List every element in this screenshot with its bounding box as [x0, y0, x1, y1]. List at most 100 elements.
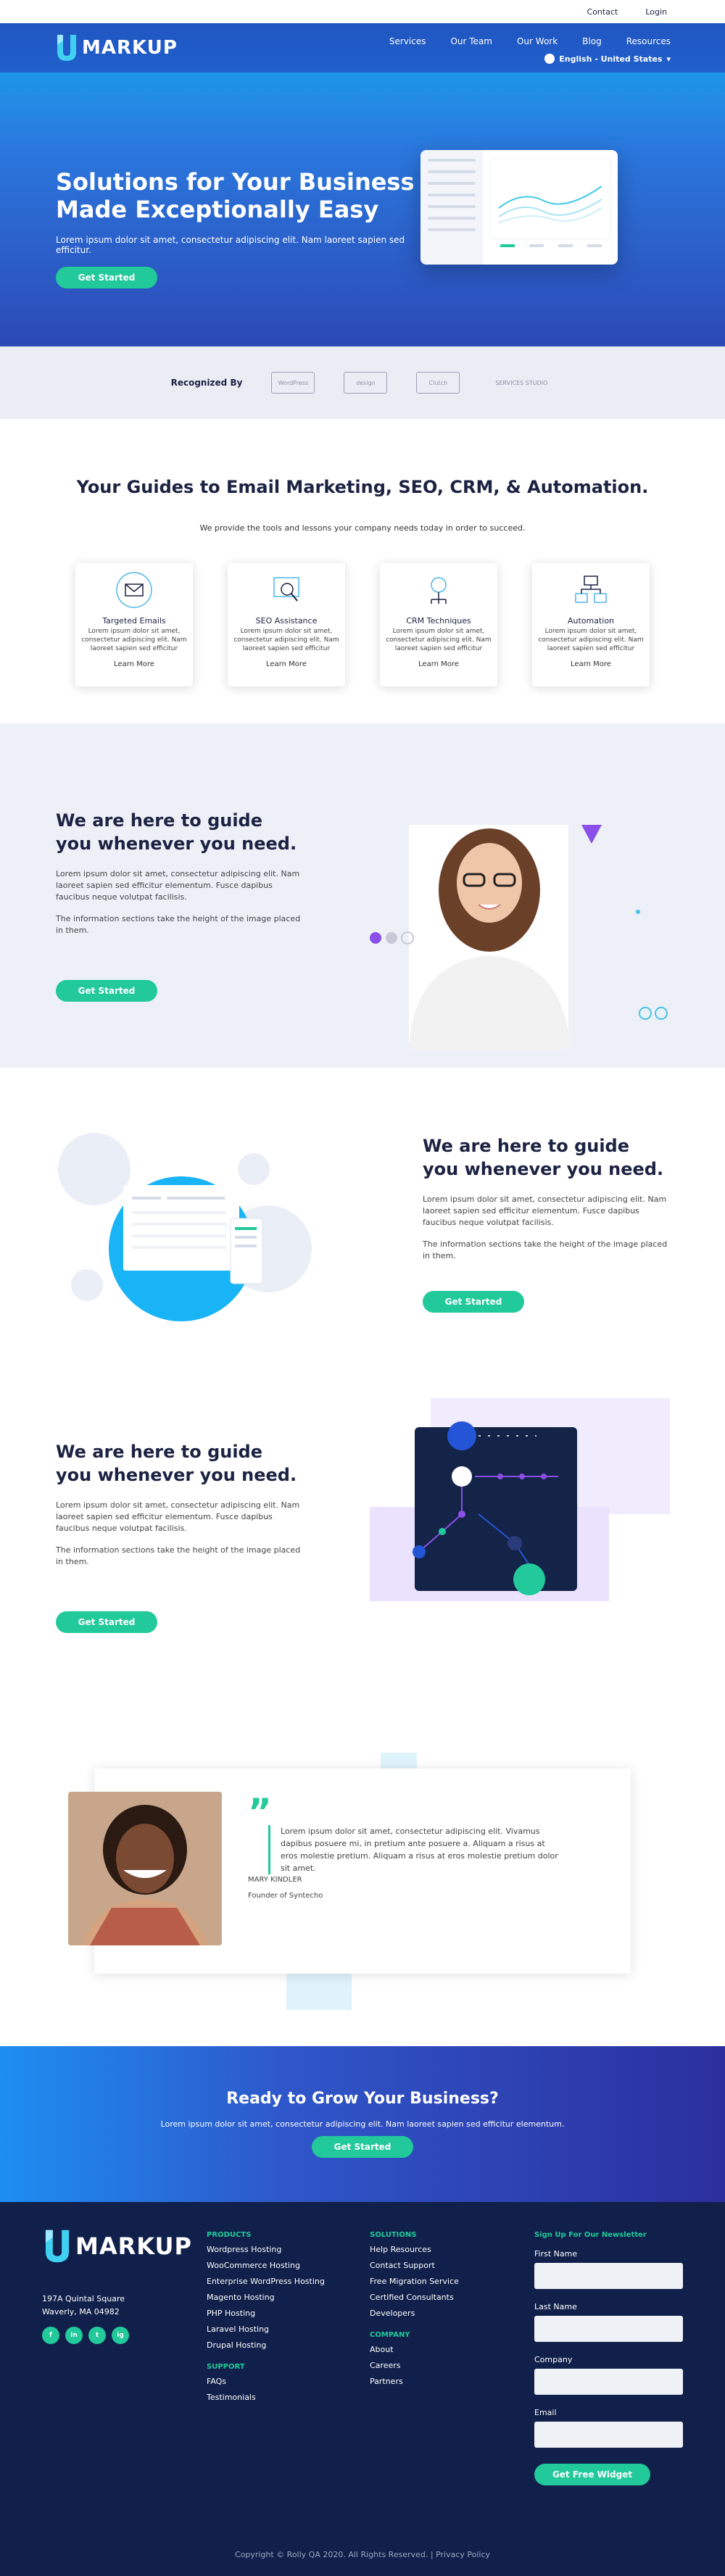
get-started-button[interactable]: Get Started [56, 1611, 157, 1633]
quote-icon: ” [248, 1791, 272, 1833]
nav-menu: Services Our Team Our Work Blog Resource… [389, 36, 671, 46]
logo-wordmark: MARKUP [75, 2232, 192, 2260]
guide-section-2: We are here to guide you whenever you ne… [0, 1068, 725, 1379]
nav-item-blog[interactable]: Blog [582, 36, 602, 46]
get-free-widget-button[interactable]: Get Free Widget [534, 2464, 650, 2485]
footer-link[interactable]: Careers [370, 2361, 459, 2370]
section-title: We are here to guide you whenever you ne… [56, 810, 297, 854]
card-title: CRM Techniques [406, 616, 471, 626]
company-field[interactable] [534, 2369, 683, 2395]
chevron-down-icon: ▾ [666, 54, 671, 64]
guide-card-seo-assistance[interactable]: SEO Assistance Lorem ipsum dolor sit ame… [228, 563, 345, 686]
woman-portrait-illustration [370, 825, 668, 1050]
footer-link[interactable]: Wordpress Hosting [207, 2245, 325, 2254]
hero-get-started-button[interactable]: Get Started [56, 267, 157, 288]
card-title: Targeted Emails [102, 616, 166, 626]
testimonial-card: ” Lorem ipsum dolor sit amet, consectetu… [68, 1769, 631, 1974]
testimonial-section: ” Lorem ipsum dolor sit amet, consectetu… [0, 1720, 725, 2046]
learn-more-link[interactable]: Learn More [81, 660, 187, 668]
card-text: Lorem ipsum dolor sit amet, consectetur … [81, 628, 187, 652]
nav-item-services[interactable]: Services [389, 36, 426, 46]
nav-item-our-work[interactable]: Our Work [517, 36, 558, 46]
guide-card-crm-techniques[interactable]: CRM Techniques Lorem ipsum dolor sit ame… [380, 563, 497, 686]
section-title: We are here to guide you whenever you ne… [56, 1442, 297, 1485]
instagram-icon[interactable]: ig [112, 2327, 129, 2344]
get-started-button[interactable]: Get Started [423, 1291, 524, 1313]
logo[interactable]: MARKUP [54, 33, 178, 62]
learn-more-link[interactable]: Learn More [538, 660, 644, 668]
get-started-button[interactable]: Get Started [56, 980, 157, 1002]
learn-more-link[interactable]: Learn More [233, 660, 339, 668]
footer-address: 197A Quintal Square Waverly, MA 04982 [42, 2293, 125, 2319]
footer: MARKUP 197A Quintal Square Waverly, MA 0… [0, 2202, 725, 2576]
email-field[interactable] [534, 2422, 683, 2448]
twitter-icon[interactable]: t [88, 2327, 106, 2344]
footer-link[interactable]: Certified Consultants [370, 2293, 459, 2302]
address-line: Waverly, MA 04982 [42, 2307, 120, 2317]
footer-link[interactable]: Partners [370, 2377, 459, 2386]
card-text: Lorem ipsum dolor sit amet, consectetur … [538, 628, 644, 652]
company-label: Company [534, 2355, 573, 2364]
footer-link[interactable]: Magento Hosting [207, 2293, 325, 2302]
last-name-field[interactable] [534, 2316, 683, 2342]
copyright: Copyright © Rolly QA 2020. All Rights Re… [234, 2550, 491, 2559]
footer-link[interactable]: FAQs [207, 2377, 325, 2386]
footer-products-column: PRODUCTS Wordpress Hosting WooCommerce H… [207, 2231, 325, 2409]
card-title: SEO Assistance [255, 616, 318, 626]
main-nav: MARKUP Services Our Team Our Work Blog R… [0, 23, 725, 72]
cta-title: Ready to Grow Your Business? [226, 2090, 499, 2108]
footer-link[interactable]: About [370, 2345, 459, 2354]
guides-title: Your Guides to Email Marketing, SEO, CRM… [76, 477, 649, 497]
automation-icon [575, 576, 607, 603]
guide-section-3: We are here to guide you whenever you ne… [0, 1379, 725, 1720]
footer-link[interactable]: Free Migration Service [370, 2277, 459, 2286]
testimonial-role: Founder of Syntecho [248, 1892, 323, 1900]
learn-more-link[interactable]: Learn More [386, 660, 492, 668]
footer-link[interactable]: PHP Hosting [207, 2309, 325, 2318]
login-link[interactable]: Login [645, 7, 667, 17]
language-label: English - United States [559, 54, 663, 64]
privacy-policy-link[interactable]: Privacy Policy [436, 2550, 490, 2559]
nav-item-our-team[interactable]: Our Team [450, 36, 492, 46]
last-name-label: Last Name [534, 2302, 577, 2311]
footer-link[interactable]: Help Resources [370, 2245, 459, 2254]
guide-section-1: We are here to guide you whenever you ne… [0, 723, 725, 1068]
first-name-field[interactable] [534, 2263, 683, 2289]
footer-link[interactable]: Testimonials [207, 2393, 325, 2402]
testimonial-photo [68, 1792, 222, 1945]
facebook-icon[interactable]: f [42, 2327, 59, 2344]
email-label: Email [534, 2408, 557, 2417]
footer-solutions-column: SOLUTIONS Help Resources Contact Support… [370, 2231, 459, 2393]
section-title: We are here to guide you whenever you ne… [423, 1136, 664, 1179]
footer-heading: SOLUTIONS [370, 2231, 417, 2239]
cta-text: Lorem ipsum dolor sit amet, consectetur … [160, 2119, 565, 2129]
crm-icon [431, 577, 447, 604]
section-paragraph: Lorem ipsum dolor sit amet, consectetur … [56, 869, 300, 902]
language-selector[interactable]: English - United States ▾ [544, 54, 671, 64]
hero-text: Lorem ipsum dolor sit amet, consectetur … [56, 235, 405, 255]
logo-u-icon [54, 33, 79, 62]
footer-link[interactable]: Drupal Hosting [207, 2340, 325, 2350]
address-line: 197A Quintal Square [42, 2294, 125, 2303]
footer-link[interactable]: WooCommerce Hosting [207, 2261, 325, 2270]
contact-link[interactable]: Contact [587, 7, 618, 17]
footer-logo[interactable]: MARKUP [42, 2228, 192, 2264]
footer-link[interactable]: Contact Support [370, 2261, 459, 2270]
guide-card-targeted-emails[interactable]: Targeted Emails Lorem ipsum dolor sit am… [75, 563, 193, 686]
footer-heading: COMPANY [370, 2331, 410, 2339]
social-links: f in t ig [42, 2327, 129, 2344]
first-name-label: First Name [534, 2249, 578, 2259]
hero-title: Solutions for Your Business Made Excepti… [56, 168, 415, 223]
guide-card-automation[interactable]: Automation Lorem ipsum dolor sit amet, c… [532, 563, 650, 686]
logo-wordmark: MARKUP [82, 37, 178, 59]
footer-link[interactable]: Laravel Hosting [207, 2324, 325, 2334]
copyright-text: Copyright © Rolly QA 2020. All Rights Re… [234, 2550, 428, 2559]
newsletter-title: Sign Up For Our Newsletter [534, 2231, 647, 2239]
utility-bar: Contact Login [0, 0, 725, 23]
cta-get-started-button[interactable]: Get Started [312, 2136, 413, 2158]
card-text: Lorem ipsum dolor sit amet, consectetur … [233, 628, 339, 652]
footer-link[interactable]: Developers [370, 2309, 459, 2318]
footer-link[interactable]: Enterprise WordPress Hosting [207, 2277, 325, 2286]
linkedin-icon[interactable]: in [65, 2327, 83, 2344]
nav-item-resources[interactable]: Resources [626, 36, 671, 46]
